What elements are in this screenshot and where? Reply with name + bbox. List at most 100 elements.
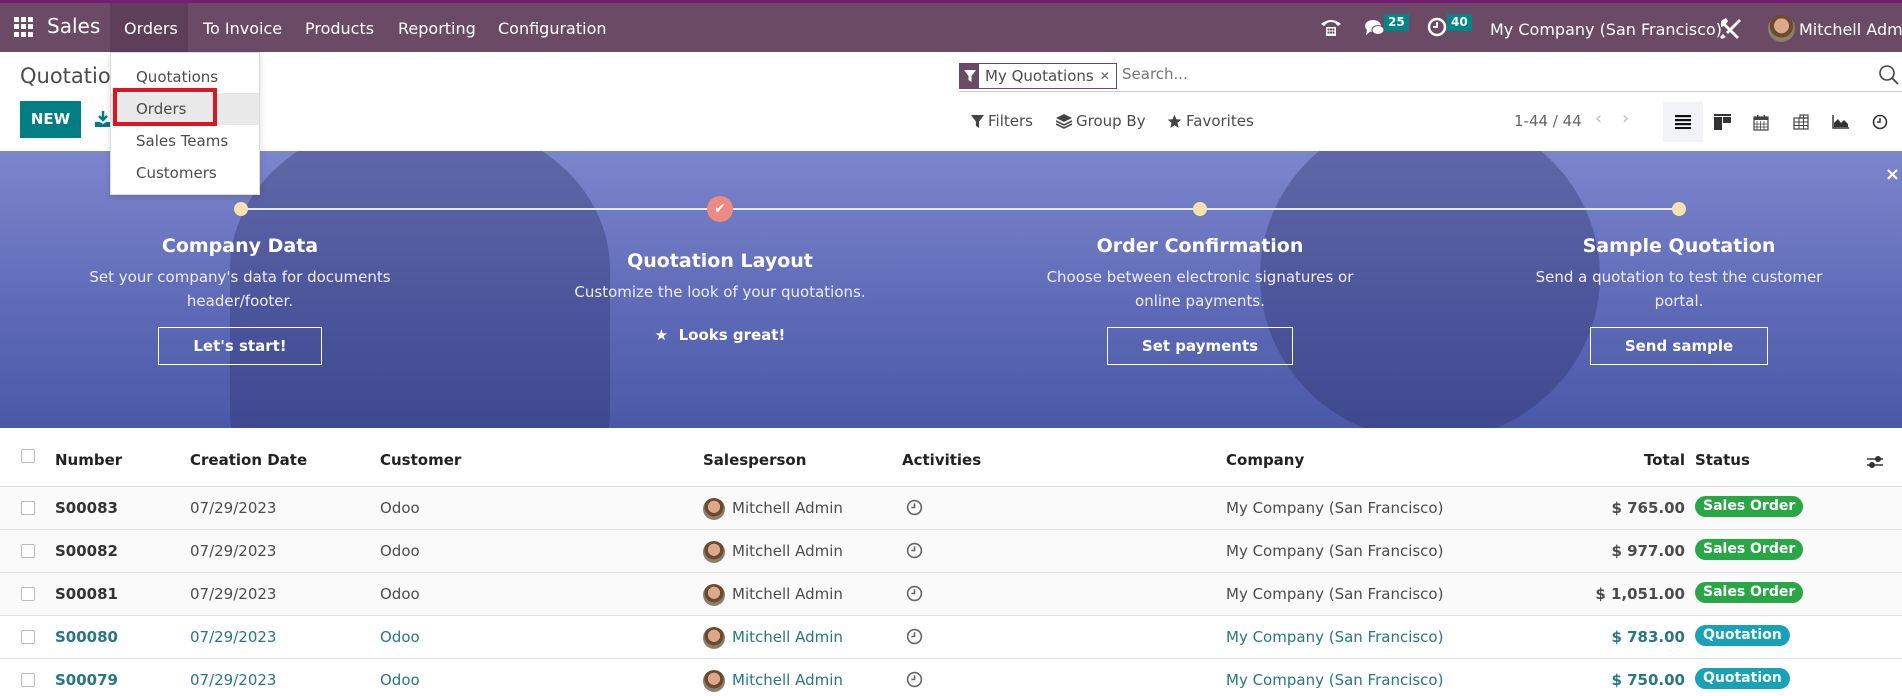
row-checkbox[interactable] [21, 544, 35, 558]
company: My Company (San Francisco) [1226, 628, 1444, 646]
column-total[interactable]: Total [1644, 451, 1685, 469]
activity-clock-icon[interactable] [906, 499, 923, 516]
column-creation-date[interactable]: Creation Date [190, 451, 307, 469]
table-row[interactable]: S00083 07/29/2023 Odoo Mitchell Admin My… [0, 487, 1902, 530]
row-checkbox[interactable] [21, 630, 35, 644]
search-input[interactable] [1122, 65, 1722, 83]
progress-line [240, 208, 1680, 210]
star-icon: ★ [654, 326, 669, 344]
table-row[interactable]: S00081 07/29/2023 Odoo Mitchell Admin My… [0, 573, 1902, 616]
menu-configuration[interactable]: Configuration [498, 19, 607, 38]
filters-button[interactable]: Filters [971, 112, 1033, 130]
messages-icon[interactable] [1364, 18, 1386, 43]
status-badge: Sales Order [1695, 496, 1804, 517]
order-total: $ 783.00 [1611, 628, 1685, 646]
creation-date: 07/29/2023 [190, 499, 277, 517]
salesperson: Mitchell Admin [732, 585, 843, 603]
company-switcher[interactable]: My Company (San Francisco) [1490, 20, 1722, 39]
phone-icon[interactable] [1320, 17, 1342, 42]
new-button[interactable]: NEW [20, 101, 81, 138]
menu-to-invoice[interactable]: To Invoice [203, 19, 282, 38]
top-navbar: Sales Orders To Invoice Products Reporti… [0, 0, 1902, 52]
column-customer[interactable]: Customer [380, 451, 461, 469]
pager-prev-icon[interactable]: ‹ [1595, 108, 1602, 129]
kanban-icon [1713, 114, 1731, 130]
order-total: $ 765.00 [1611, 499, 1685, 517]
customer: Odoo [380, 499, 420, 517]
order-number: S00082 [55, 542, 118, 560]
apps-grid-icon[interactable] [14, 17, 34, 37]
step-description: Send a quotation to test the customer po… [1535, 268, 1823, 310]
company: My Company (San Francisco) [1226, 585, 1444, 603]
user-menu[interactable]: Mitchell Admin [1799, 20, 1902, 39]
pager-next-icon[interactable]: › [1622, 108, 1629, 129]
creation-date: 07/29/2023 [190, 671, 277, 689]
activities-clock-icon[interactable] [1427, 17, 1447, 42]
salesperson-avatar [703, 670, 725, 692]
group-by-label: Group By [1076, 112, 1146, 130]
send-sample-button[interactable]: Send sample [1589, 327, 1769, 365]
table-row[interactable]: S00080 07/29/2023 Odoo Mitchell Admin My… [0, 616, 1902, 659]
column-activities[interactable]: Activities [902, 451, 981, 469]
row-checkbox[interactable] [21, 587, 35, 601]
filter-icon [960, 64, 979, 88]
row-checkbox[interactable] [21, 673, 35, 687]
table-row[interactable]: S00082 07/29/2023 Odoo Mitchell Admin My… [0, 530, 1902, 573]
app-brand[interactable]: Sales [47, 14, 100, 38]
pager-value[interactable]: 1-44 / 44 [1514, 112, 1582, 130]
dropdown-item-sales-teams[interactable]: Sales Teams [111, 125, 259, 157]
filters-label: Filters [988, 112, 1033, 130]
activity-view-button[interactable] [1860, 102, 1900, 142]
activity-clock-icon[interactable] [906, 671, 923, 688]
activity-clock-icon[interactable] [906, 542, 923, 559]
column-status[interactable]: Status [1695, 451, 1750, 469]
company: My Company (San Francisco) [1226, 671, 1444, 689]
messages-badge: 25 [1384, 14, 1409, 31]
activity-clock-icon[interactable] [906, 628, 923, 645]
group-by-button[interactable]: Group By [1056, 112, 1146, 130]
column-salesperson[interactable]: Salesperson [703, 451, 806, 469]
creation-date: 07/29/2023 [190, 628, 277, 646]
menu-reporting[interactable]: Reporting [398, 19, 476, 38]
column-number[interactable]: Number [55, 451, 122, 469]
graph-view-button[interactable] [1820, 102, 1860, 142]
user-avatar[interactable] [1768, 15, 1795, 42]
customer: Odoo [380, 671, 420, 689]
menu-products[interactable]: Products [305, 19, 374, 38]
filter-icon [971, 114, 984, 128]
facet-label: My Quotations [985, 67, 1094, 85]
activities-badge: 40 [1447, 14, 1472, 31]
search-icon[interactable] [1878, 64, 1900, 86]
looks-great-label: Looks great! [678, 326, 786, 344]
search-facet[interactable]: My Quotations ✕ [959, 63, 1117, 89]
menu-orders[interactable]: Orders [124, 19, 178, 38]
activity-clock-icon[interactable] [906, 585, 923, 602]
column-company[interactable]: Company [1226, 451, 1304, 469]
step-title: Company Data [161, 235, 319, 257]
pivot-icon [1793, 114, 1809, 130]
facet-remove-icon[interactable]: ✕ [1100, 69, 1116, 83]
order-number: S00083 [55, 499, 118, 517]
favorites-button[interactable]: Favorites [1167, 112, 1254, 130]
company: My Company (San Francisco) [1226, 542, 1444, 560]
layers-icon [1056, 113, 1072, 129]
step-dot-1 [234, 202, 248, 216]
debug-tools-icon[interactable] [1718, 16, 1742, 45]
select-all-checkbox[interactable] [21, 449, 35, 463]
order-total: $ 977.00 [1611, 542, 1685, 560]
order-number: S00079 [55, 671, 118, 689]
lets-start-button[interactable]: Let's start! [158, 327, 322, 365]
set-payments-button[interactable]: Set payments [1106, 327, 1294, 365]
table-row[interactable]: S00079 07/29/2023 Odoo Mitchell Admin My… [0, 659, 1902, 696]
quotations-table: Number Creation Date Customer Salesperso… [0, 437, 1902, 696]
calendar-view-button[interactable] [1741, 102, 1781, 142]
pivot-view-button[interactable] [1781, 102, 1821, 142]
step-quotation-layout: Quotation Layout Customize the look of y… [560, 250, 880, 344]
optional-columns-icon[interactable] [1865, 453, 1885, 471]
banner-close-icon[interactable]: × [1885, 164, 1900, 185]
list-view-button[interactable] [1663, 102, 1703, 142]
annotation-highlight-box [113, 88, 217, 126]
dropdown-item-customers[interactable]: Customers [111, 157, 259, 189]
kanban-view-button[interactable] [1702, 102, 1742, 142]
row-checkbox[interactable] [21, 501, 35, 515]
